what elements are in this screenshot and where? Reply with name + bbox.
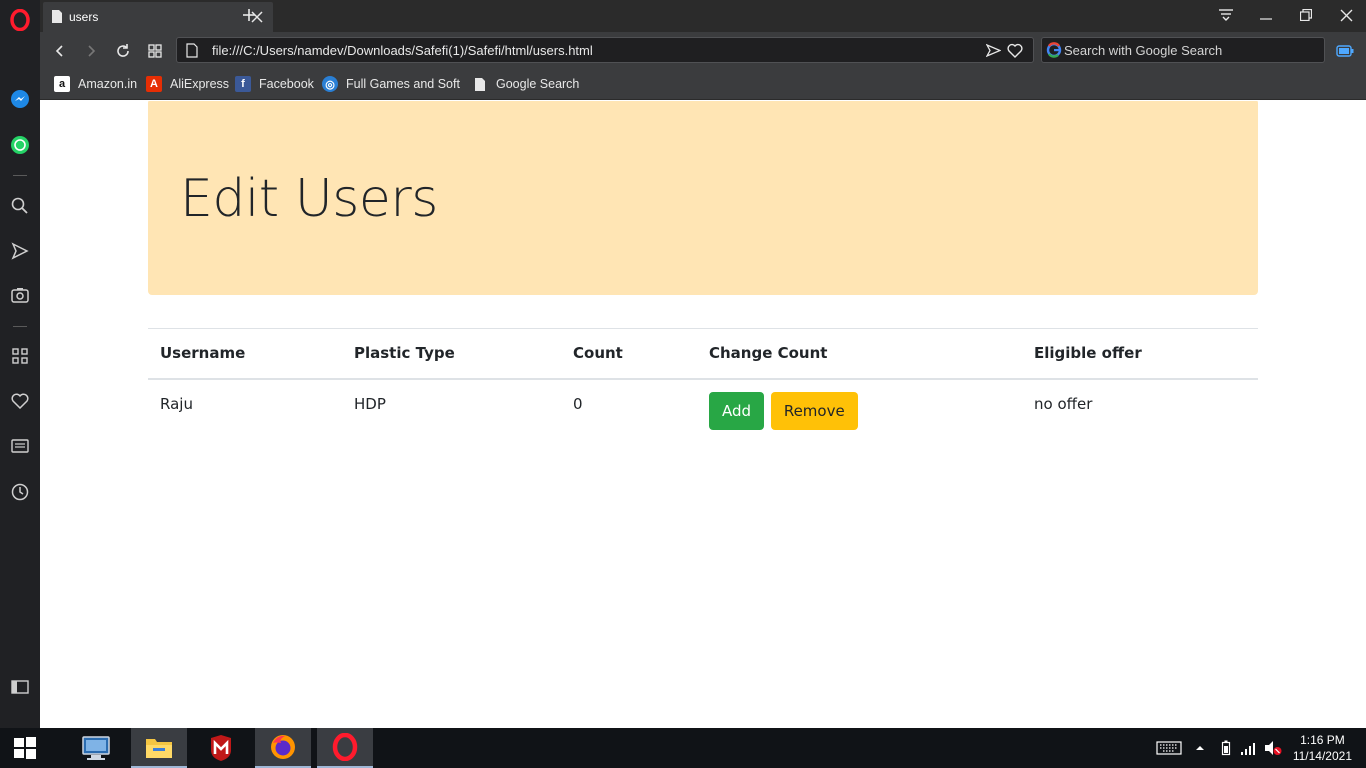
clock-date: 11/14/2021 — [1292, 749, 1352, 763]
table-row: Raju HDP 0 Add Remove no offer — [148, 379, 1258, 435]
globe-icon: ◎ — [322, 76, 338, 92]
bookmark-aliexpress[interactable]: A AliExpress — [146, 74, 229, 94]
opera-sidebar — [0, 0, 40, 728]
reload-icon[interactable] — [112, 40, 134, 62]
windows-start-icon[interactable] — [0, 728, 50, 768]
taskbar: 1:16 PM 11/14/2021 — [0, 728, 1366, 768]
tiles-icon[interactable] — [144, 40, 166, 62]
bookmark-amazon[interactable]: a Amazon.in — [54, 74, 137, 94]
new-tab-plus-icon[interactable] — [240, 6, 260, 26]
aliexpress-icon: A — [146, 76, 162, 92]
web-page: Edit Users Username Plastic Type Count C… — [40, 101, 1366, 728]
battery-icon[interactable] — [1216, 738, 1236, 758]
bookmark-label: Amazon.in — [78, 77, 138, 91]
add-button[interactable]: Add — [709, 391, 765, 430]
column-header-count: Count — [561, 328, 697, 380]
bookmark-full-games[interactable]: ◎ Full Games and Softw — [322, 74, 460, 94]
heart-icon[interactable] — [8, 389, 32, 413]
table-header-row: Username Plastic Type Count Change Count… — [148, 328, 1258, 380]
camera-icon[interactable] — [8, 283, 32, 307]
window-close-icon[interactable] — [1326, 0, 1366, 30]
speed-dial-icon[interactable] — [8, 344, 32, 368]
send-page-icon[interactable] — [985, 43, 1002, 62]
page-title: Edit Users — [180, 169, 438, 229]
sidebar-toggle-icon[interactable] — [8, 675, 32, 699]
navigation-bar: file:///C:/Users/namdev/Downloads/Safefi… — [40, 32, 1366, 68]
remove-button[interactable]: Remove — [770, 391, 858, 430]
tab-users[interactable]: users — [43, 2, 273, 32]
column-header-change-count: Change Count — [697, 328, 1022, 380]
volume-muted-icon[interactable] — [1263, 738, 1283, 758]
url-text: file:///C:/Users/namdev/Downloads/Safefi… — [212, 43, 593, 58]
amazon-icon: a — [54, 76, 70, 92]
whatsapp-icon[interactable] — [8, 133, 32, 157]
bookmark-label: Facebook — [259, 77, 314, 91]
file-explorer-icon[interactable] — [131, 728, 187, 768]
cell-username: Raju — [160, 394, 193, 413]
network-signal-icon[interactable] — [1238, 738, 1258, 758]
news-icon[interactable] — [8, 434, 32, 458]
facebook-icon: f — [235, 76, 251, 92]
bookmarks-bar: a Amazon.in A AliExpress f Facebook ◎ Fu… — [40, 68, 1366, 100]
sidebar-separator — [13, 326, 27, 327]
document-icon — [472, 76, 488, 92]
opera-icon[interactable] — [317, 728, 373, 768]
cell-change-count: Add Remove — [697, 379, 1022, 435]
tab-bar: users — [40, 0, 1366, 32]
tab-title: users — [69, 10, 99, 24]
send-icon[interactable] — [8, 239, 32, 263]
minimize-icon[interactable] — [1246, 0, 1286, 30]
chevron-up-icon[interactable] — [1190, 738, 1210, 758]
search-placeholder: Search with Google Search — [1064, 43, 1223, 58]
column-header-username: Username — [148, 328, 342, 380]
back-icon[interactable] — [49, 40, 71, 62]
search-icon[interactable] — [8, 194, 32, 218]
google-icon — [1046, 42, 1062, 62]
users-table: Username Plastic Type Count Change Count… — [148, 328, 1258, 435]
bookmark-label: AliExpress — [170, 77, 230, 91]
bookmark-facebook[interactable]: f Facebook — [235, 74, 314, 94]
screen: users file:///C:/Users/namdev/Downloads/… — [0, 0, 1366, 768]
bookmark-label: Google Search — [496, 77, 580, 91]
bookmark-label: Full Games and Softw — [346, 77, 460, 91]
forward-icon[interactable] — [80, 40, 102, 62]
file-icon — [186, 43, 198, 62]
cell-plastic-type: HDP — [354, 394, 386, 413]
firefox-icon[interactable] — [255, 728, 311, 768]
remote-desktop-icon[interactable] — [68, 728, 124, 768]
clock-time: 1:16 PM — [1300, 733, 1345, 747]
column-header-eligible-offer: Eligible offer — [1022, 328, 1258, 380]
cell-count: 0 — [573, 394, 583, 413]
tab-menu-icon[interactable] — [1206, 0, 1246, 30]
battery-saver-icon[interactable] — [1333, 40, 1357, 62]
mcafee-icon[interactable] — [193, 728, 249, 768]
sidebar-separator — [13, 175, 27, 176]
system-clock[interactable]: 1:16 PM 11/14/2021 — [1293, 732, 1352, 764]
jumbotron: Edit Users — [148, 101, 1258, 295]
cell-eligible-offer: no offer — [1034, 394, 1093, 413]
bookmark-google-search[interactable]: Google Search — [472, 74, 579, 94]
messenger-icon[interactable] — [8, 87, 32, 111]
opera-logo-icon[interactable] — [8, 8, 32, 32]
search-input[interactable]: Search with Google Search — [1041, 37, 1325, 63]
page-icon — [51, 9, 63, 28]
column-header-plastic-type: Plastic Type — [342, 328, 561, 380]
history-clock-icon[interactable] — [8, 480, 32, 504]
keyboard-icon[interactable] — [1154, 738, 1184, 758]
bookmark-heart-icon[interactable] — [1007, 43, 1023, 62]
address-bar[interactable]: file:///C:/Users/namdev/Downloads/Safefi… — [176, 37, 1034, 63]
restore-icon[interactable] — [1286, 0, 1326, 30]
